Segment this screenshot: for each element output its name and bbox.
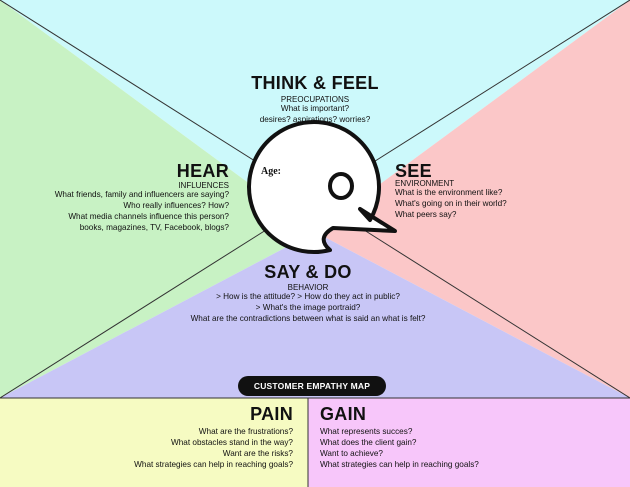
hear-question: books, magazines, TV, Facebook, blogs? [79, 223, 229, 232]
say-do-question: > What's the image portraid? [255, 303, 361, 312]
customer-empathy-map-badge: CUSTOMER EMPATHY MAP [238, 376, 386, 396]
hear-question: What friends, family and influencers are… [54, 190, 229, 199]
pain-questions: What are the frustrations? What obstacle… [93, 426, 293, 470]
gain-question: What does the client gain? [320, 438, 417, 447]
pain-question: Want are the risks? [222, 449, 293, 458]
gain-question: What represents succes? [320, 427, 413, 436]
think-feel-question: What is important? [280, 104, 350, 113]
see-question: What's going on in their world? [395, 199, 507, 208]
hear-question: What media channels influence this perso… [68, 212, 229, 221]
think-feel-question: desires? aspirations? worries? [259, 115, 371, 124]
see-questions: What is the environment like? What's goi… [395, 187, 507, 220]
think-feel-title: THINK & FEEL [251, 73, 379, 93]
hear-title: HEAR [176, 161, 229, 181]
hear-question: Who really influences? How? [123, 201, 229, 210]
see-question: What peers say? [395, 210, 457, 219]
say-do-title: SAY & DO [264, 262, 352, 282]
pain-question: What strategies can help in reaching goa… [134, 460, 293, 469]
gain-title: GAIN [320, 404, 367, 424]
say-do-question: What are the contradictions between what… [190, 314, 426, 323]
hear-questions: What friends, family and influencers are… [29, 189, 229, 233]
say-do-questions: > How is the attitude? > How do they act… [158, 291, 458, 324]
eye-icon [328, 172, 354, 200]
say-do-question: > How is the attitude? > How do they act… [216, 292, 400, 301]
gain-question: What strategies can help in reaching goa… [320, 460, 479, 469]
gain-question: Want to achieve? [320, 449, 383, 458]
age-label: Age: [261, 166, 281, 177]
pain-title: PAIN [250, 404, 293, 424]
pain-question: What are the frustrations? [198, 427, 293, 436]
see-question: What is the environment like? [395, 188, 503, 197]
think-feel-questions: What is important? desires? aspirations?… [215, 103, 415, 125]
pain-question: What obstacles stand in the way? [171, 438, 293, 447]
gain-questions: What represents succes? What does the cl… [320, 426, 479, 470]
